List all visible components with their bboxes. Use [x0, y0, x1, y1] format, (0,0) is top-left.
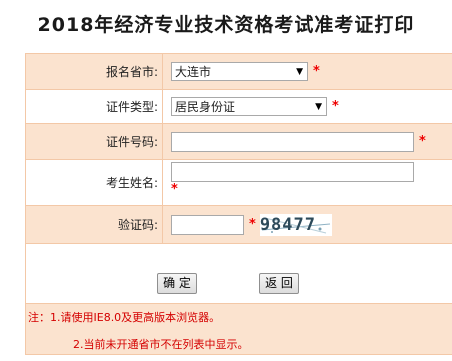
confirm-button[interactable]: 确 定: [157, 273, 197, 294]
province-select[interactable]: 大连市 ▼: [171, 62, 308, 81]
captcha-label: 验证码:: [25, 205, 163, 244]
captcha-input[interactable]: [171, 214, 244, 235]
required-mark: *: [419, 134, 426, 149]
id-type-select-value: 居民身份证: [175, 100, 236, 114]
province-select-value: 大连市: [175, 65, 212, 79]
id-type-select[interactable]: 居民身份证 ▼: [171, 97, 327, 116]
notes-row: 注：1.请使用IE8.0及更高版本浏览器。 2.当前未开通省市不在列表中显示。: [25, 303, 452, 355]
button-row: 确 定 返 回: [25, 243, 452, 304]
id-number-label: 证件号码:: [25, 123, 163, 160]
required-mark: *: [313, 64, 320, 79]
id-number-input[interactable]: [171, 131, 414, 152]
id-type-row: 证件类型: 居民身份证 ▼ *: [25, 89, 452, 124]
admit-card-form: 报名省市: 大连市 ▼ * 证件类型: 居民身份证 ▼ * 证件号码: * 考生…: [25, 53, 452, 355]
page-title: 2018年经济专业技术资格考试准考证打印: [37, 14, 415, 36]
id-type-label: 证件类型:: [25, 89, 163, 124]
id-number-row: 证件号码: *: [25, 123, 452, 160]
note-line-1: 注：1.请使用IE8.0及更高版本浏览器。: [28, 311, 221, 324]
chevron-down-icon: ▼: [296, 66, 303, 77]
name-row: 考生姓名: *: [25, 159, 452, 206]
back-button[interactable]: 返 回: [259, 273, 299, 294]
note-line-2: 2.当前未开通省市不在列表中显示。: [73, 338, 249, 351]
name-label: 考生姓名:: [25, 159, 163, 206]
province-row: 报名省市: 大连市 ▼ *: [25, 53, 452, 90]
name-input[interactable]: [171, 162, 414, 182]
captcha-image[interactable]: 98477: [259, 213, 332, 236]
captcha-row: 验证码: * 98477: [25, 205, 452, 244]
chevron-down-icon: ▼: [315, 101, 322, 112]
captcha-text: 98477: [259, 214, 316, 235]
required-mark: *: [249, 217, 256, 232]
required-mark: *: [332, 99, 339, 114]
province-label: 报名省市:: [25, 53, 163, 90]
required-mark: *: [171, 182, 178, 197]
